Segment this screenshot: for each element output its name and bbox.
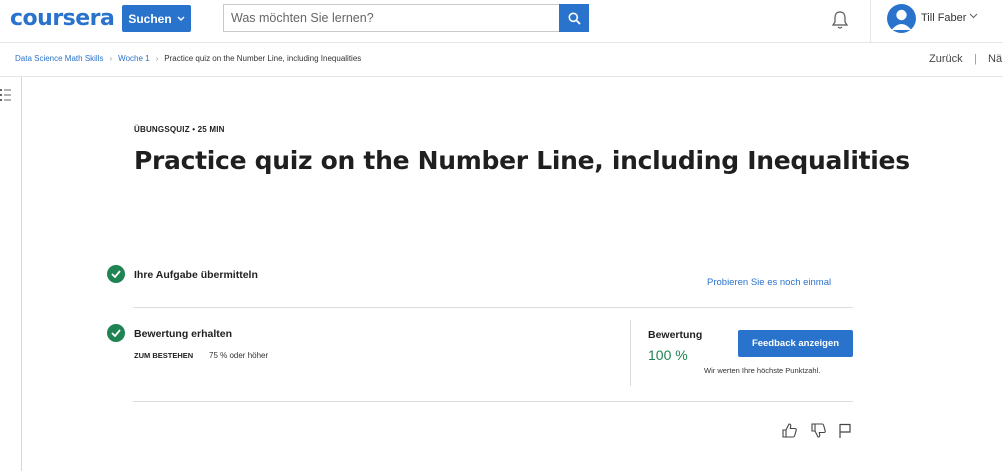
top-navigation-bar: coursera Suchen Till Faber (0, 0, 1003, 43)
user-name[interactable]: Till Faber (921, 12, 966, 24)
grade-received-label: Bewertung erhalten (134, 328, 233, 340)
divider (133, 401, 853, 402)
back-link[interactable]: Zurück (929, 53, 963, 65)
feedback-button[interactable]: Feedback anzeigen (738, 330, 853, 357)
grade-divider (630, 320, 631, 386)
coursera-logo[interactable]: coursera (10, 6, 115, 31)
thumbs-up-icon[interactable] (781, 422, 798, 439)
breadcrumb-bar: Data Science Math Skills › Woche 1 › Pra… (0, 43, 1003, 77)
check-circle-icon (107, 324, 125, 342)
table-of-contents-icon[interactable] (0, 87, 13, 105)
suchen-label: Suchen (128, 11, 172, 26)
chevron-down-icon[interactable] (969, 11, 978, 22)
chevron-down-icon (177, 14, 185, 24)
highest-score-note: Wir werten Ihre höchste Punktzahl. (704, 366, 821, 375)
avatar-icon[interactable] (887, 4, 916, 33)
flag-icon[interactable] (837, 422, 854, 439)
thumbs-down-icon[interactable] (810, 422, 827, 439)
grade-label: Bewertung (648, 329, 703, 341)
divider (133, 307, 853, 308)
retry-link[interactable]: Probieren Sie es noch einmal (707, 277, 831, 288)
page-title: Practice quiz on the Number Line, includ… (134, 146, 910, 175)
search-icon (568, 12, 581, 25)
submit-step-label: Ihre Aufgabe übermitteln (134, 269, 258, 281)
quiz-meta: ÜBUNGSQUIZ • 25 MIN (134, 125, 225, 134)
header-divider (870, 0, 871, 42)
search-button[interactable] (559, 4, 589, 32)
check-circle-icon (107, 265, 125, 283)
chevron-right-icon: › (109, 54, 113, 63)
left-sidebar-rail (0, 77, 22, 471)
bell-icon[interactable] (829, 9, 851, 31)
breadcrumb-current: Practice quiz on the Number Line, includ… (164, 54, 362, 63)
suchen-dropdown-button[interactable]: Suchen (122, 5, 191, 32)
grade-value: 100 % (648, 347, 688, 363)
search-input[interactable] (223, 4, 559, 32)
breadcrumb: Data Science Math Skills › Woche 1 › Pra… (15, 54, 391, 63)
pass-label: ZUM BESTEHEN (134, 351, 194, 360)
breadcrumb-week[interactable]: Woche 1 (118, 54, 149, 63)
nav-divider: | (974, 53, 977, 65)
breadcrumb-course[interactable]: Data Science Math Skills (15, 54, 103, 63)
pass-value: 75 % oder höher (209, 351, 269, 360)
chevron-right-icon: › (155, 54, 159, 63)
next-link[interactable]: Nä (988, 53, 1002, 65)
